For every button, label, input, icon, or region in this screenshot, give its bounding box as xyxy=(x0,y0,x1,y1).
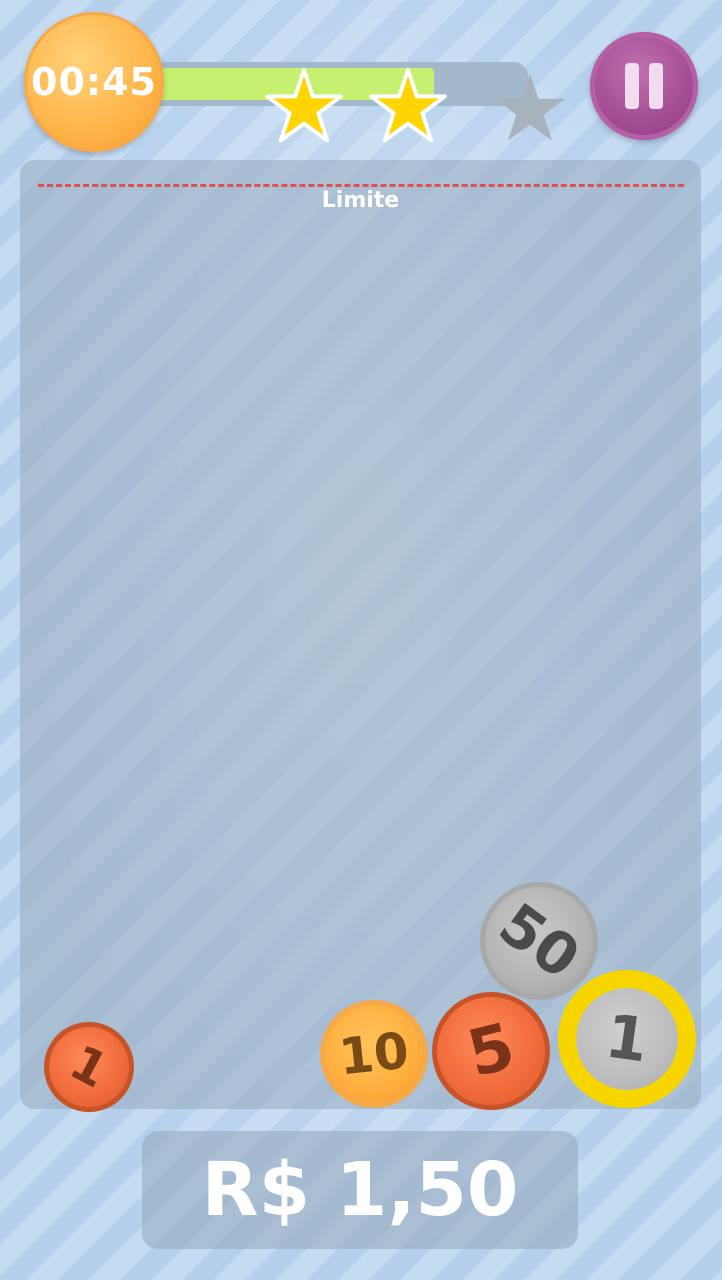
total-panel: R$ 1,50 xyxy=(142,1131,578,1249)
coin-1-real[interactable]: 1 xyxy=(558,970,696,1108)
total-amount: R$ 1,50 xyxy=(201,1147,519,1233)
coin-10-centavos[interactable]: 10 xyxy=(320,1000,428,1108)
star-icon-1 xyxy=(265,68,343,143)
pause-button[interactable] xyxy=(590,32,698,140)
limit-line xyxy=(38,184,684,187)
star-icon-2 xyxy=(369,68,447,143)
coin-value-label: 1 xyxy=(601,1001,653,1077)
coin-value-label: 10 xyxy=(336,1021,412,1087)
coin-5-centavos[interactable]: 5 xyxy=(432,992,550,1110)
coin-1-centavo[interactable]: 1 xyxy=(44,1022,134,1112)
timer-badge: 00:45 xyxy=(24,12,164,152)
coin-50-centavos[interactable]: 50 xyxy=(480,882,598,1000)
coin-value-label: 5 xyxy=(460,1009,522,1093)
star-icon-3 xyxy=(495,73,565,141)
limit-label: Limite xyxy=(321,188,400,213)
coin-value-label: 1 xyxy=(61,1034,117,1100)
coin-value-label: 50 xyxy=(486,889,592,993)
play-area[interactable]: Limite 1 10 5 50 1 xyxy=(20,160,701,1112)
pause-icon xyxy=(620,63,668,109)
timer-text: 00:45 xyxy=(31,60,157,104)
